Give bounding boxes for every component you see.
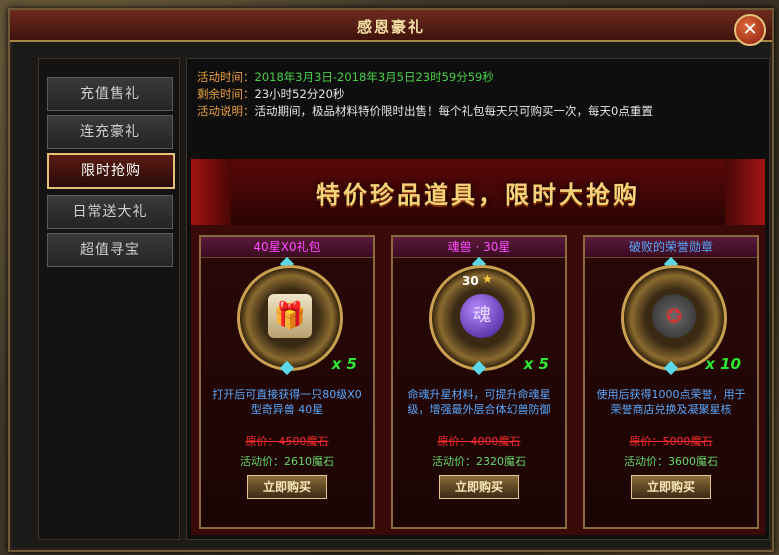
sidebar-item-treasure-hunt[interactable]: 超值寻宝 [47, 233, 173, 267]
time-label: 活动时间： [197, 70, 255, 84]
item-badge[interactable]: 🎁 [237, 265, 343, 371]
item-card: 魂兽 · 30星 魂 30 ★ x 5 命魂升星材料，可提升命魂星级，增强最外层… [391, 235, 567, 529]
sale-price: 活动价：2610魔石 [240, 455, 334, 468]
title-bar: 感恩豪礼 ✕ [10, 10, 772, 46]
sidebar-item-daily-gift[interactable]: 日常送大礼 [47, 195, 173, 229]
item-name: 40星X0礼包 [201, 237, 373, 258]
sidebar-item-consecutive-recharge[interactable]: 连充豪礼 [47, 115, 173, 149]
sidebar-item-flash-sale[interactable]: 限时抢购 [47, 153, 175, 189]
desc-label: 活动说明： [197, 104, 255, 118]
main-panel: 活动时间：2018年3月3日-2018年3月5日23时59分59秒 剩余时间：2… [186, 58, 770, 540]
gift-event-window: 感恩豪礼 ✕ 充值售礼 连充豪礼 限时抢购 日常送大礼 超值寻宝 活动时间：20… [8, 8, 774, 552]
item-description: 命魂升星材料，可提升命魂星级，增强最外层合体幻兽防御 [407, 388, 551, 416]
sidebar: 充值售礼 连充豪礼 限时抢购 日常送大礼 超值寻宝 [38, 58, 180, 540]
original-price: 原价：5000魔石 [629, 435, 713, 448]
buy-now-button[interactable]: 立即购买 [247, 475, 327, 499]
desc-value: 活动期间，极品材料特价限时出售！每个礼包每天只可购买一次，每天0点重置 [254, 104, 653, 118]
item-quantity: x 5 [331, 355, 357, 373]
original-price: 原价：4500魔石 [245, 435, 329, 448]
event-info: 活动时间：2018年3月3日-2018年3月5日23时59分59秒 剩余时间：2… [197, 69, 653, 120]
buy-now-button[interactable]: 立即购买 [439, 475, 519, 499]
item-cards: 40星X0礼包 🎁 x 5 打开后可直接获得一只80级X0型奇异兽 40星 原价… [191, 225, 765, 535]
item-name: 魂兽 · 30星 [393, 237, 565, 258]
original-price: 原价：4000魔石 [437, 435, 521, 448]
buy-now-button[interactable]: 立即购买 [631, 475, 711, 499]
item-quantity: x 5 [523, 355, 549, 373]
remain-value: 23小时52分20秒 [254, 87, 345, 101]
gift-box-icon: 🎁 [268, 294, 312, 338]
banner-title: 特价珍品道具，限时大抢购 [316, 181, 640, 209]
item-description: 打开后可直接获得一只80级X0型奇异兽 40星 [212, 388, 362, 416]
close-button[interactable]: ✕ [734, 14, 766, 46]
star-level: 30 [462, 274, 479, 288]
window-title: 感恩豪礼 [356, 18, 425, 36]
sidebar-item-recharge-gift[interactable]: 充值售礼 [47, 77, 173, 111]
time-value: 2018年3月3日-2018年3月5日23时59分59秒 [254, 70, 494, 84]
soul-egg-icon: 魂 [460, 294, 504, 338]
star-icon: ★ [482, 272, 493, 286]
item-name: 破败的荣誉勋章 [585, 237, 757, 258]
remain-label: 剩余时间： [197, 87, 255, 101]
sale-price: 活动价：3600魔石 [624, 455, 718, 468]
item-description: 使用后获得1000点荣誉，用于荣誉商店兑换及凝聚星核 [596, 388, 746, 416]
item-quantity: x 10 [705, 355, 741, 373]
item-card: 破败的荣誉勋章 ✪ x 10 使用后获得1000点荣誉，用于荣誉商店兑换及凝聚星… [583, 235, 759, 529]
sale-banner: 特价珍品道具，限时大抢购 [191, 159, 765, 225]
item-card: 40星X0礼包 🎁 x 5 打开后可直接获得一只80级X0型奇异兽 40星 原价… [199, 235, 375, 529]
item-badge[interactable]: 魂 30 ★ [429, 265, 535, 371]
close-icon: ✕ [742, 19, 758, 40]
sale-price: 活动价：2320魔石 [432, 455, 526, 468]
honor-medal-icon: ✪ [652, 294, 696, 338]
